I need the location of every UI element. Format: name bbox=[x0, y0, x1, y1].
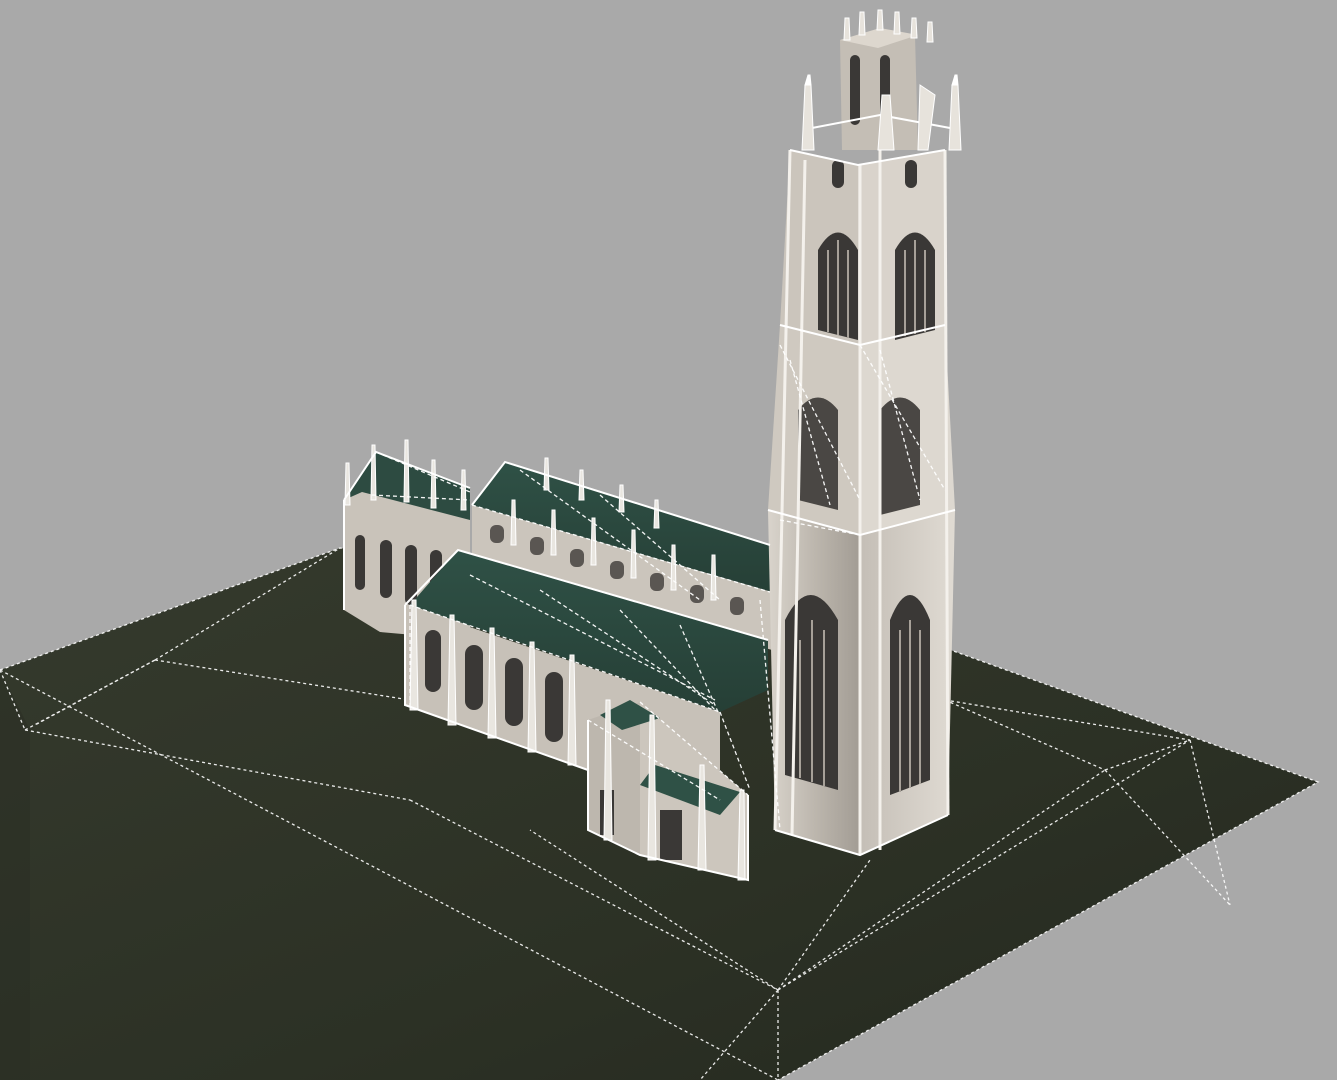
scene-svg bbox=[0, 9, 1320, 1080]
3d-viewport[interactable] bbox=[0, 0, 1337, 1080]
ground-lower-left bbox=[0, 670, 30, 1080]
porch-arch bbox=[660, 810, 682, 860]
bell-tower bbox=[767, 9, 962, 857]
